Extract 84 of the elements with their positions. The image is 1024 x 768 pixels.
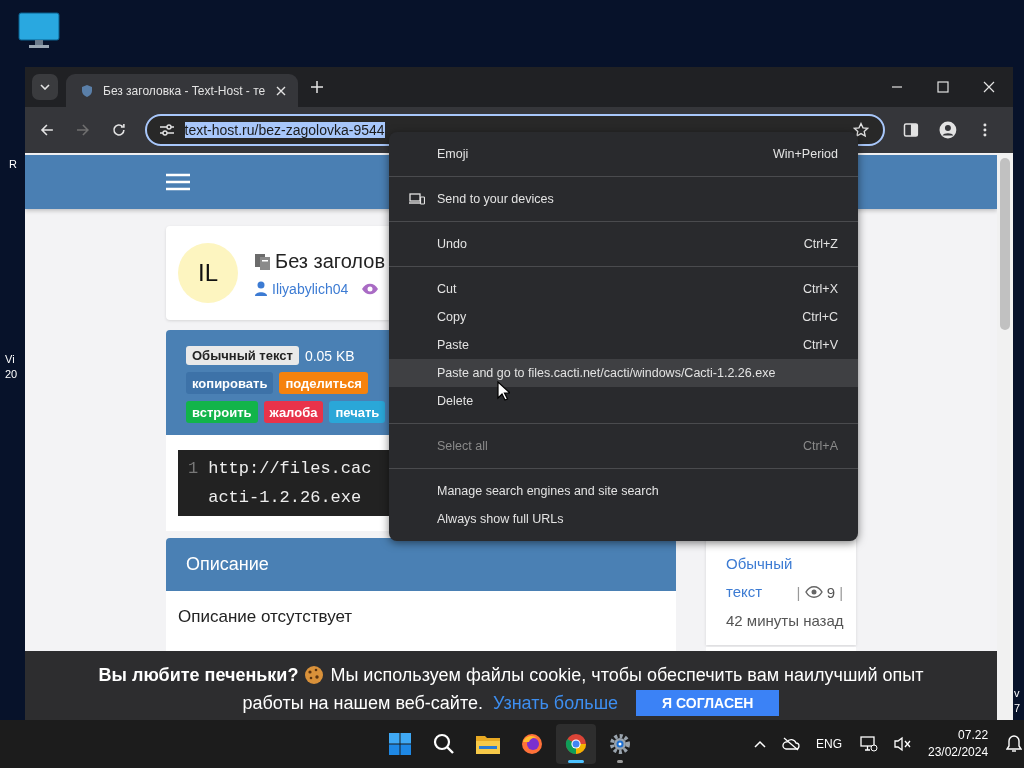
maximize-icon[interactable] xyxy=(937,81,949,93)
code-line: acti-1.2.26.exe xyxy=(208,487,363,509)
network-icon[interactable] xyxy=(860,736,878,752)
shortcut-text: Win+Period xyxy=(773,147,838,161)
cookie-text: Мы используем файлы cookie, чтобы обеспечить вам наилучший опыт xyxy=(330,664,924,687)
cookie-text: работы на нашем веб-сайте. xyxy=(242,692,483,715)
scrollbar[interactable] xyxy=(997,153,1013,720)
shortcut-text: Ctrl+V xyxy=(802,338,838,352)
cloud-off-icon[interactable] xyxy=(782,737,800,751)
menu-item[interactable]: Send to your devices xyxy=(389,185,858,213)
shortcut-text: Ctrl+Z xyxy=(803,237,838,251)
code-line: http://files.cac xyxy=(208,458,372,480)
action-button[interactable]: копировать xyxy=(186,372,274,394)
user-icon xyxy=(255,281,267,296)
desktop-icon-label: 7 xyxy=(1014,701,1021,716)
taskbar-app[interactable] xyxy=(556,724,596,764)
fox-globe-icon xyxy=(521,733,543,755)
chrome-logo-icon xyxy=(565,733,587,755)
desktop-icon-label: 20 xyxy=(5,367,18,382)
menu-item[interactable]: Always show full URLs xyxy=(389,505,858,533)
folder-icon xyxy=(476,734,500,754)
shortcut-text: Ctrl+X xyxy=(802,282,838,296)
reload-icon[interactable] xyxy=(110,122,127,138)
windows-logo-icon xyxy=(389,733,411,755)
devices-icon xyxy=(409,193,425,205)
menu-item[interactable]: Delete xyxy=(389,387,858,415)
menu-item[interactable]: Paste and go to files.cacti.net/cacti/windows/Cacti-1.2.26.exe xyxy=(389,359,858,387)
close-icon[interactable] xyxy=(983,81,995,93)
author-link[interactable]: Iliyabylich04 xyxy=(272,280,349,297)
avatar: IL xyxy=(178,243,238,303)
cookie-icon xyxy=(304,665,325,685)
clock-date[interactable]: 23/02/2024 xyxy=(928,744,989,761)
menu-item[interactable]: Cut Ctrl+X xyxy=(389,275,858,303)
chevron-up-icon[interactable] xyxy=(754,740,766,748)
menu-item[interactable]: Manage search engines and site search xyxy=(389,477,858,505)
cookie-question: Вы любите печеньки? xyxy=(98,664,299,687)
search-icon xyxy=(433,733,455,755)
tab-title: Без заголовка - Text-Host - те xyxy=(103,83,267,98)
eye-icon xyxy=(361,282,380,295)
star-icon[interactable] xyxy=(853,122,870,138)
post-title: Без заголов xyxy=(275,249,385,273)
scroll-thumb[interactable] xyxy=(1000,158,1010,330)
bell-icon[interactable] xyxy=(1006,735,1023,753)
category-link[interactable]: Обычный текст xyxy=(726,549,793,607)
gear-icon xyxy=(609,733,631,755)
menu-item[interactable]: Undo Ctrl+Z xyxy=(389,230,858,258)
site-settings-icon[interactable] xyxy=(158,123,175,137)
learn-more-link[interactable]: Узнать больше xyxy=(493,689,619,717)
description-text: Описание отсутствует xyxy=(178,607,353,626)
chevron-down-icon xyxy=(40,84,50,90)
clock-time[interactable]: 07.22 xyxy=(958,727,989,744)
post-time: 42 xyxy=(726,611,743,629)
separator-text: | xyxy=(839,583,844,600)
eye-icon xyxy=(804,586,823,598)
separator-text: | xyxy=(796,583,801,600)
shortcut-text: Ctrl+A xyxy=(802,439,838,453)
close-icon[interactable] xyxy=(276,85,286,96)
agree-button[interactable]: Я СОГЛАСЕН xyxy=(636,690,780,716)
view-count: 9 xyxy=(826,583,836,600)
shortcut-text: Ctrl+C xyxy=(802,310,838,324)
mouse-cursor-icon xyxy=(497,381,510,401)
file-size: 0.05 KB xyxy=(304,347,355,364)
new-tab-icon[interactable] xyxy=(311,81,323,93)
browser-tab[interactable]: Без заголовка - Text-Host - те xyxy=(66,74,298,107)
line-number: 1 xyxy=(188,458,199,480)
action-button[interactable]: жалоба xyxy=(263,401,324,423)
shield-icon xyxy=(80,83,94,98)
menu-icon[interactable] xyxy=(166,173,190,191)
menu-item[interactable]: Copy Ctrl+C xyxy=(389,303,858,331)
post-time-unit: минуты назад xyxy=(746,611,844,629)
desktop-icon-label: v xyxy=(1014,686,1021,701)
menu-item[interactable]: Paste Ctrl+V xyxy=(389,331,858,359)
type-tag: Обычный текст xyxy=(186,346,299,365)
tab-search-button[interactable] xyxy=(32,74,58,100)
profile-icon[interactable] xyxy=(939,121,958,139)
muted-speaker-icon[interactable] xyxy=(894,736,912,752)
desktop-icon-label: R xyxy=(9,157,17,172)
language-indicator[interactable]: ENG xyxy=(816,737,842,751)
monitor-icon[interactable] xyxy=(18,12,60,50)
section-heading: Описание xyxy=(186,554,269,575)
back-icon[interactable] xyxy=(39,122,55,138)
document-icon xyxy=(255,252,271,270)
side-panel-icon[interactable] xyxy=(903,122,920,138)
desktop-icon-label: Vi xyxy=(5,352,16,367)
